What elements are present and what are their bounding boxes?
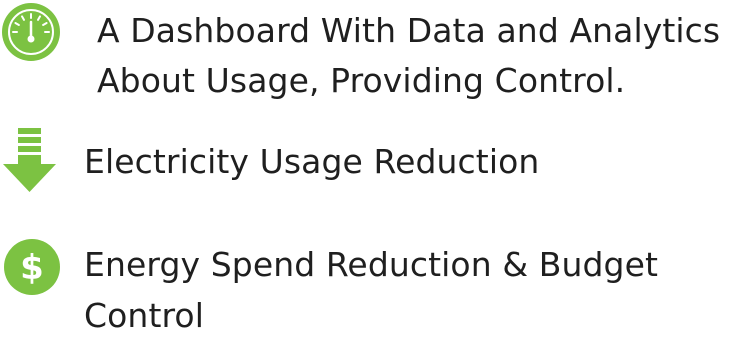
feature-energy-spend-line-2: Control xyxy=(84,296,204,335)
dollar-icon: $ xyxy=(3,238,61,296)
speedometer-icon xyxy=(1,2,61,62)
feature-dashboard: A Dashboard With Data and Analytics Abou… xyxy=(0,0,751,130)
feature-electricity-line-1: Electricity Usage Reduction xyxy=(84,142,540,181)
feature-dashboard-line-2: About Usage, Providing Control. xyxy=(97,61,626,100)
feature-electricity: Electricity Usage Reduction xyxy=(0,120,751,210)
feature-dashboard-line-1: A Dashboard With Data and Analytics xyxy=(97,11,721,50)
dollar-symbol: $ xyxy=(20,248,44,288)
down-arrow-icon xyxy=(2,128,57,193)
feature-energy-spend-line-1: Energy Spend Reduction & Budget xyxy=(84,245,659,284)
feature-energy-spend: $ Energy Spend Reduction & Budget Contro… xyxy=(0,225,751,339)
